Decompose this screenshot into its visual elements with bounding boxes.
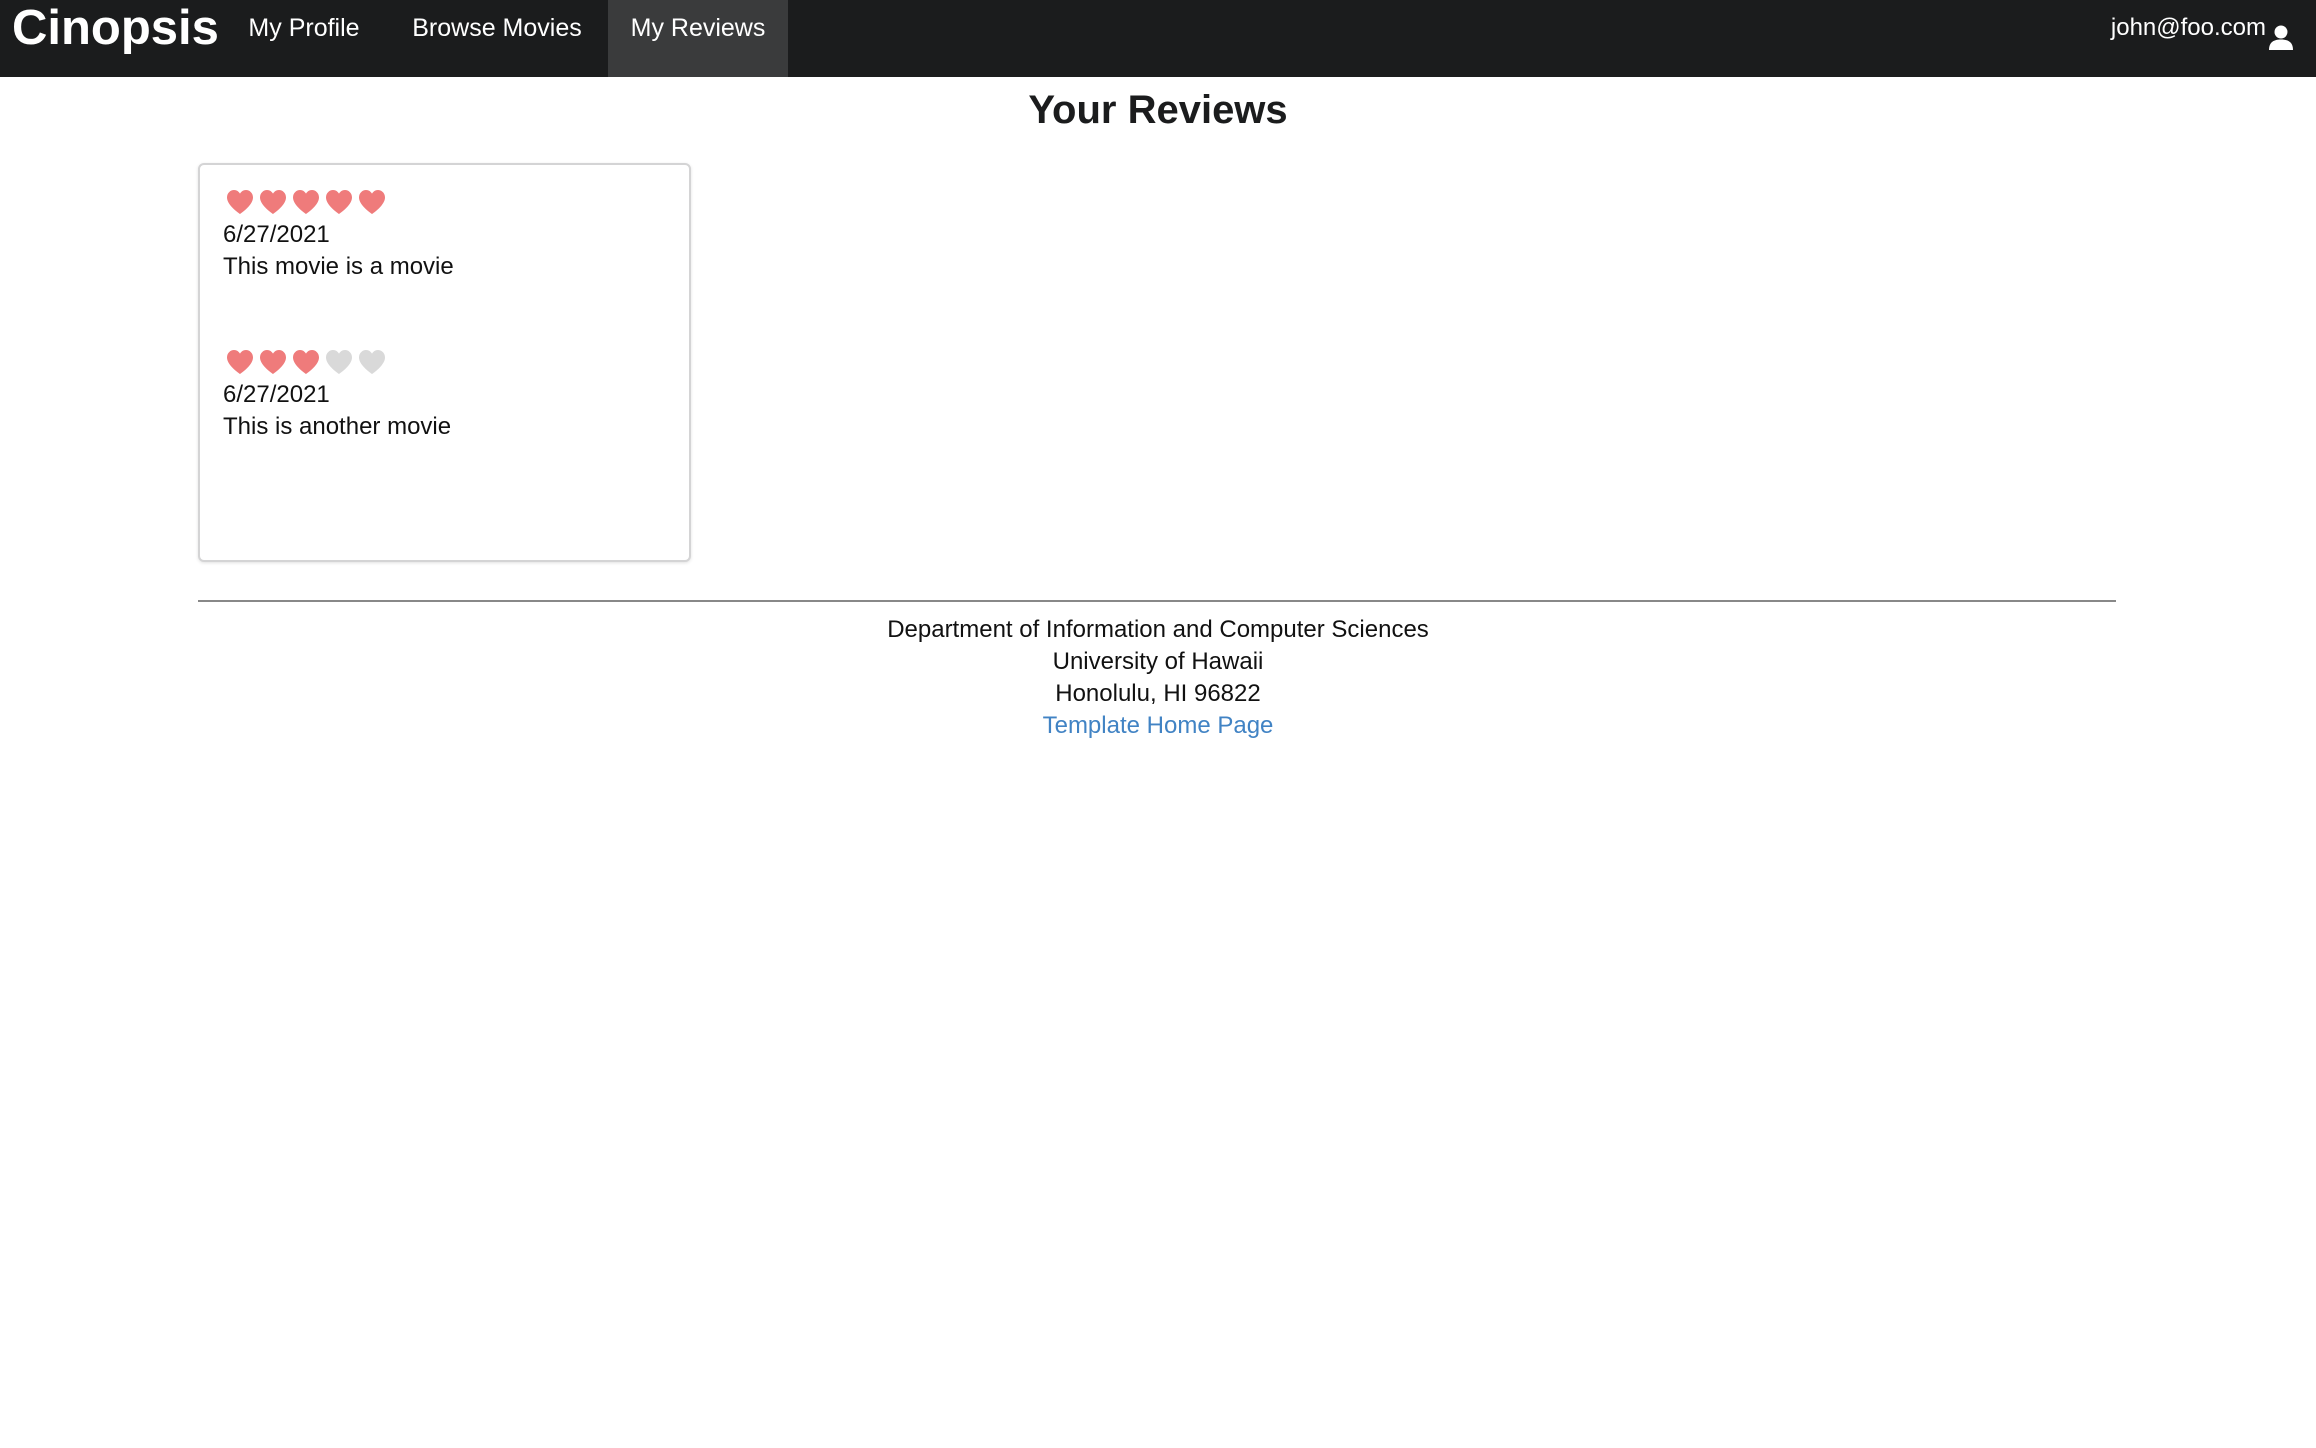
heart-rating — [225, 187, 454, 217]
template-home-link[interactable]: Template Home Page — [1043, 712, 1274, 739]
footer-address: Honolulu, HI 96822 — [1055, 680, 1261, 707]
top-navbar: Cinopsis My Profile Browse Movies My Rev… — [0, 0, 2316, 77]
footer-university: University of Hawaii — [1052, 648, 1264, 675]
heart-rating — [225, 347, 451, 377]
heart-filled-icon — [258, 348, 288, 376]
user-menu[interactable]: john@foo.com — [2111, 0, 2294, 56]
heart-empty-icon — [357, 348, 387, 376]
heart-filled-icon — [258, 188, 288, 216]
nav-my-reviews[interactable]: My Reviews — [608, 0, 788, 77]
footer-department: Department of Information and Computer S… — [887, 616, 1429, 643]
user-email: john@foo.com — [2110, 14, 2266, 41]
review-text: This is another movie — [223, 413, 452, 440]
nav-browse-movies[interactable]: Browse Movies — [386, 0, 608, 77]
footer-divider — [198, 600, 2116, 602]
page-title: Your Reviews — [1028, 88, 1288, 132]
heart-filled-icon — [291, 188, 321, 216]
nav-my-profile[interactable]: My Profile — [222, 0, 386, 77]
review-text: This movie is a movie — [223, 253, 454, 280]
heart-empty-icon — [324, 348, 354, 376]
heart-filled-icon — [357, 188, 387, 216]
heart-filled-icon — [225, 348, 255, 376]
review-date: 6/27/2021 — [223, 381, 330, 408]
heart-filled-icon — [324, 188, 354, 216]
review-item: 6/27/2021 This is another movie — [223, 347, 451, 443]
brand-logo[interactable]: Cinopsis — [12, 0, 219, 56]
user-icon — [2268, 15, 2294, 50]
reviews-card: 6/27/2021 This movie is a movie 6/27/202… — [198, 163, 691, 562]
review-item: 6/27/2021 This movie is a movie — [223, 187, 454, 283]
heart-filled-icon — [225, 188, 255, 216]
footer: Department of Information and Computer S… — [0, 614, 2316, 742]
heart-filled-icon — [291, 348, 321, 376]
review-date: 6/27/2021 — [223, 221, 330, 248]
